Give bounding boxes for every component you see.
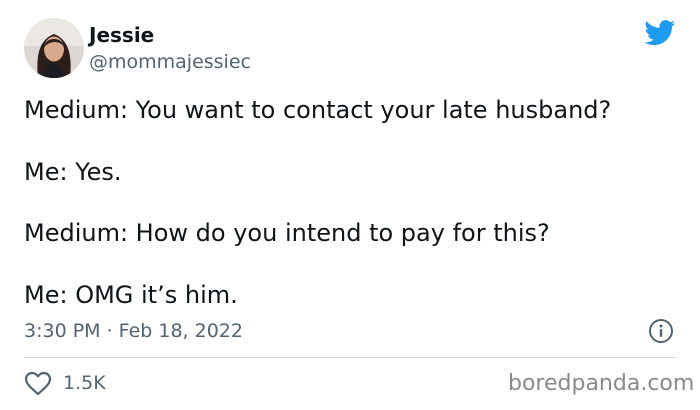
watermark: boredpanda.com — [508, 371, 695, 396]
author-handle[interactable]: @mommajessiec — [89, 50, 251, 74]
author-display-name[interactable]: Jessie — [89, 22, 154, 48]
avatar[interactable] — [24, 18, 84, 78]
info-icon[interactable] — [648, 318, 674, 344]
heart-icon[interactable] — [24, 371, 52, 397]
tweet-timestamp[interactable]: 3:30 PM · Feb 18, 2022 — [24, 318, 243, 344]
tweet-text-line: Me: Yes. — [24, 158, 122, 186]
tweet-text-line: Medium: How do you intend to pay for thi… — [24, 219, 550, 247]
avatar-photo — [24, 18, 84, 78]
twitter-bird-icon[interactable] — [644, 20, 676, 46]
divider — [24, 357, 676, 358]
tweet-text-line: Medium: You want to contact your late hu… — [24, 96, 612, 124]
tweet-card: Jessie @mommajessiec Medium: You want to… — [0, 0, 700, 410]
tweet-text-line: Me: OMG it’s him. — [24, 281, 238, 309]
like-count[interactable]: 1.5K — [63, 370, 106, 396]
